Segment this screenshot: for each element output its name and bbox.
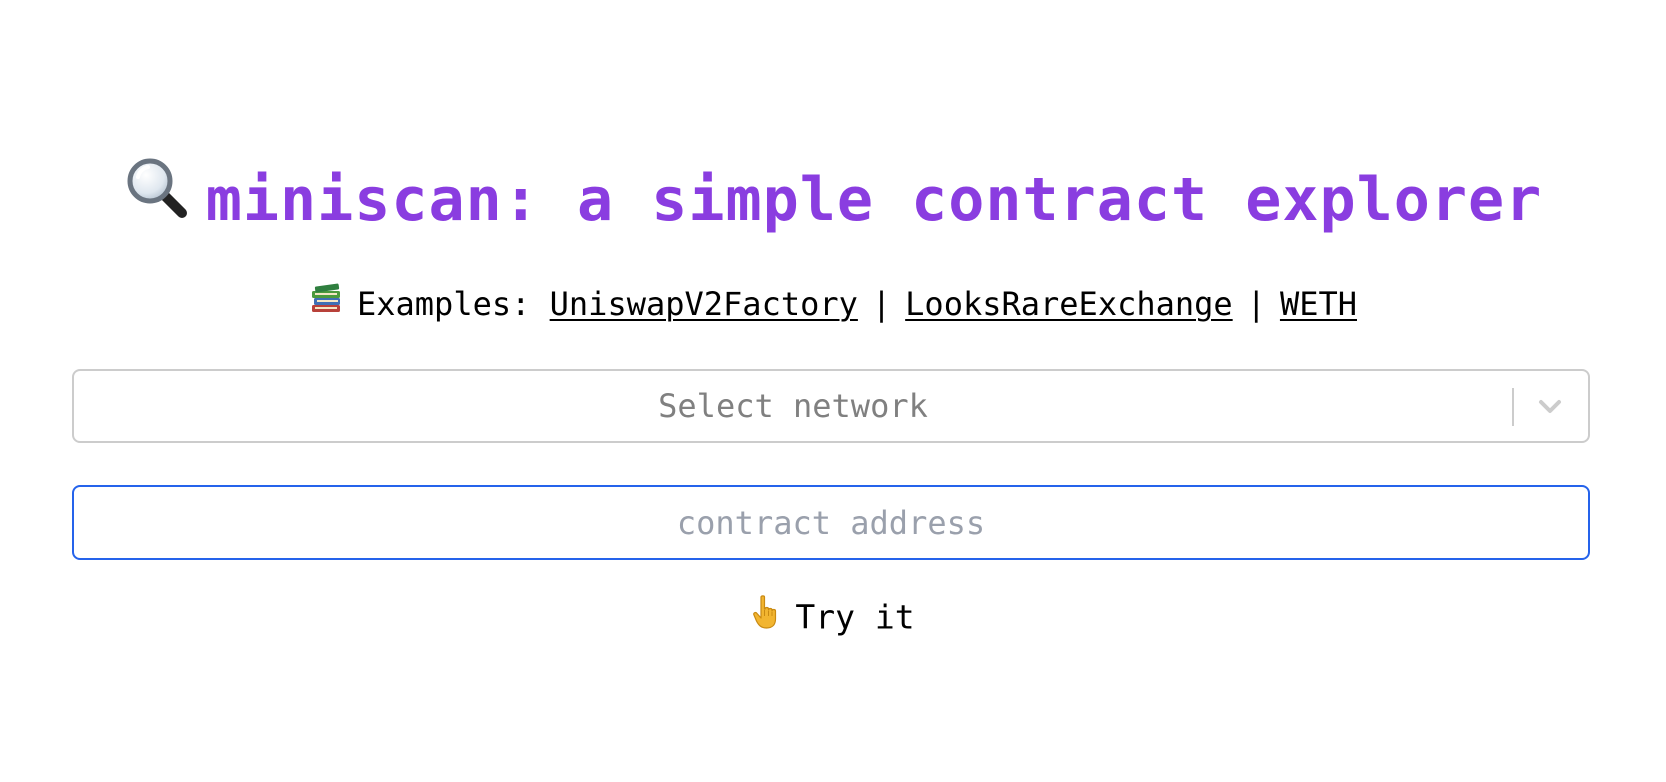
magnifying-glass-icon <box>124 155 188 239</box>
page: miniscan: a simple contract explorer Exa… <box>0 0 1666 782</box>
examples-bar: Examples: UniswapV2Factory | LooksRareExch… <box>0 282 1666 329</box>
contract-address-input[interactable] <box>72 485 1590 560</box>
separator: | <box>871 285 892 323</box>
example-link-weth[interactable]: WETH <box>1280 285 1357 323</box>
network-select-placeholder: Select network <box>658 387 928 425</box>
example-link-looksrareexchange[interactable]: LooksRareExchange <box>905 285 1233 323</box>
try-row: Try it <box>0 594 1666 641</box>
pointing-hand-icon <box>751 594 781 638</box>
examples-label: Examples: <box>356 285 531 323</box>
separator: | <box>1246 285 1266 323</box>
example-link-uniswapv2factory[interactable]: UniswapV2Factory <box>550 285 858 323</box>
try-it-button[interactable]: Try it <box>751 594 915 641</box>
network-select[interactable]: Select network <box>72 369 1590 443</box>
title-text: miniscan: a simple contract explorer <box>205 165 1543 235</box>
page-title: miniscan: a simple contract explorer <box>0 158 1666 245</box>
select-divider <box>1512 388 1514 426</box>
try-it-label: Try it <box>795 597 915 636</box>
chevron-down-icon[interactable] <box>1528 384 1572 428</box>
books-icon <box>309 281 343 326</box>
